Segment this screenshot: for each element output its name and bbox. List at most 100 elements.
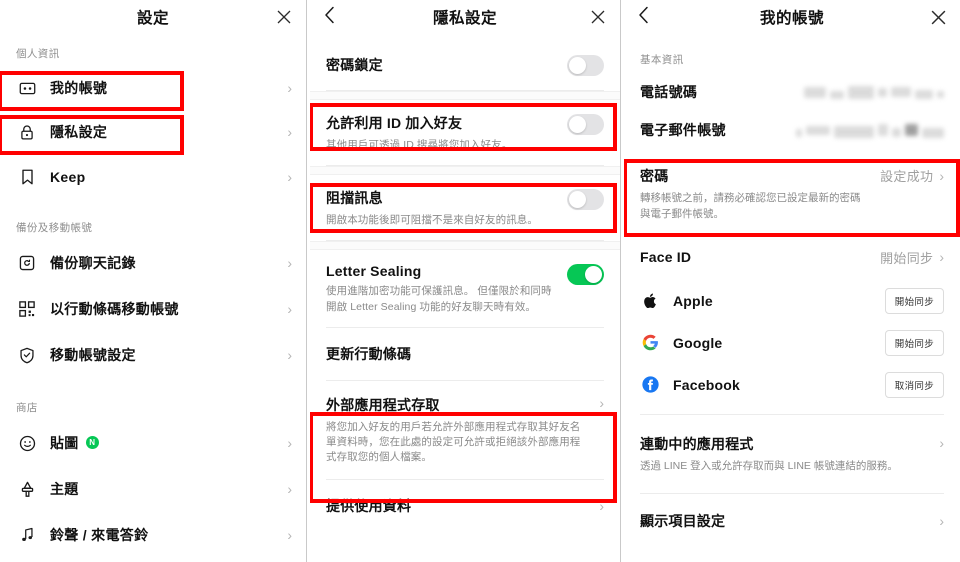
sidebar-item-ringtone[interactable]: 鈴聲 / 來電答鈴 ›: [0, 512, 306, 558]
row-texts: 密碼 轉移帳號之前，請務必確認您已設定最新的密碼與電子郵件帳號。: [640, 166, 872, 223]
status-badge: 開始同步: [880, 250, 934, 266]
sidebar-item-stickers[interactable]: 貼圖 N ›: [0, 420, 306, 466]
account-row-face-id[interactable]: Face ID 開始同步 ›: [624, 234, 960, 280]
toggle-passcode-lock[interactable]: [567, 55, 604, 76]
chevron-right-icon: ›: [599, 394, 604, 411]
privacy-row-passcode-lock[interactable]: 密碼鎖定: [310, 34, 620, 90]
row-subtitle: 透過 LINE 登入或允許存取而與 LINE 帳號連結的服務。: [640, 459, 898, 472]
privacy-row-letter-sealing[interactable]: Letter Sealing 使用進階加密功能可保護訊息。 但僅限於和同時開啟 …: [310, 250, 620, 327]
sidebar-item-move-account-qr[interactable]: 以行動條碼移動帳號 ›: [0, 286, 306, 332]
row-title: 阻擋訊息: [326, 190, 383, 207]
chevron-left-icon[interactable]: [324, 6, 335, 28]
row-texts: 連動中的應用程式 透過 LINE 登入或允許存取而與 LINE 帳號連結的服務。: [640, 434, 933, 475]
group-label-backup: 備份及移動帳號: [16, 222, 93, 234]
toggle-knob: [569, 191, 586, 209]
row-texts: 更新行動條碼: [326, 344, 604, 364]
row-texts: 阻擋訊息 開啟本功能後即可阻擋不是來自好友的訊息。: [326, 188, 567, 228]
chevron-right-icon: ›: [287, 124, 292, 140]
new-badge: N: [85, 435, 99, 449]
redaction-block: [878, 124, 888, 136]
privacy-header: 隱私設定: [310, 0, 620, 34]
sync-button-apple[interactable]: 開始同步: [884, 287, 944, 314]
sidebar-item-privacy[interactable]: 隱私設定 ›: [0, 110, 306, 154]
backup-icon: [16, 252, 38, 274]
privacy-row-block-messages[interactable]: 阻擋訊息 開啟本功能後即可阻擋不是來自好友的訊息。: [310, 175, 620, 241]
status-badge: 設定成功: [880, 169, 934, 184]
sidebar-item-backup-chat[interactable]: 備份聊天記錄 ›: [0, 240, 306, 286]
account-row-linked-apps[interactable]: 連動中的應用程式 透過 LINE 登入或允許存取而與 LINE 帳號連結的服務。…: [624, 422, 960, 486]
google-logo-icon: [640, 333, 660, 353]
field-label: 電話號碼: [640, 84, 698, 100]
row-texts: 提供使用資料: [326, 496, 593, 516]
row-title: 提供使用資料: [326, 497, 412, 514]
sidebar-item-label: 備份聊天記錄: [50, 255, 136, 271]
chevron-right-icon: ›: [287, 169, 292, 185]
service-name: Google: [673, 334, 723, 351]
bookmark-icon: [16, 166, 38, 188]
privacy-row-update-qr[interactable]: 更新行動條碼: [310, 327, 620, 380]
account-service-google: Google 開始同步: [624, 322, 960, 364]
service-name: Apple: [673, 292, 713, 309]
account-row-password[interactable]: 密碼 轉移帳號之前，請務必確認您已設定最新的密碼與電子郵件帳號。 設定成功 ›: [624, 155, 960, 234]
sidebar-item-label: Keep: [50, 169, 86, 185]
row-texts: 顯示項目設定: [640, 511, 933, 531]
redaction-block: [922, 128, 944, 138]
settings-panel: 設定 個人資訊 我的帳號 › 隱私設定 › Keep › 備份及移動帳號 備份聊…: [0, 0, 306, 562]
close-icon[interactable]: [930, 9, 946, 25]
privacy-row-allow-id-friend[interactable]: 允許利用 ID 加入好友 其他用戶可透過 ID 搜尋將您加入好友。: [310, 100, 620, 166]
row-title: 連動中的應用程式: [640, 435, 754, 452]
chevron-right-icon: ›: [939, 249, 944, 265]
sidebar-item-label: 移動帳號設定: [50, 347, 136, 363]
sidebar-item-my-account[interactable]: 我的帳號 ›: [0, 66, 306, 110]
section-gap: [310, 241, 620, 251]
field-value-redacted: [711, 84, 944, 101]
sidebar-item-keep[interactable]: Keep ›: [0, 154, 306, 200]
chevron-right-icon: ›: [287, 255, 292, 271]
chevron-right-icon: ›: [939, 434, 944, 451]
row-title: 允許利用 ID 加入好友: [326, 115, 463, 131]
sidebar-item-label: 我的帳號: [50, 80, 108, 96]
page-title: 隱私設定: [432, 10, 497, 27]
sidebar-item-move-account-settings[interactable]: 移動帳號設定 ›: [0, 332, 306, 378]
redaction-block: [878, 87, 887, 97]
toggle-allow-id-friend[interactable]: [567, 114, 604, 135]
sidebar-item-coins[interactable]: 代幣 ›: [0, 558, 306, 562]
page-title: 我的帳號: [759, 10, 824, 27]
row-subtitle: 開啟本功能後即可阻擋不是來自好友的訊息。: [326, 214, 538, 227]
qr-code-icon: [16, 298, 38, 320]
row-subtitle: 其他用戶可透過 ID 搜尋將您加入好友。: [326, 139, 513, 151]
redaction-block: [892, 128, 901, 137]
toggle-letter-sealing[interactable]: [567, 264, 604, 286]
row-subtitle: 使用進階加密功能可保護訊息。 但僅限於和同時開啟 Letter Sealing …: [326, 285, 552, 313]
close-icon[interactable]: [590, 9, 606, 25]
chevron-right-icon: ›: [287, 527, 292, 543]
redaction-block: [830, 91, 844, 99]
chevron-left-icon[interactable]: [638, 6, 649, 28]
row-status-group: 開始同步 ›: [872, 248, 944, 267]
sync-button-google[interactable]: 開始同步: [884, 329, 944, 356]
row-title: 密碼: [640, 168, 669, 184]
sync-button-facebook[interactable]: 取消同步: [884, 371, 944, 398]
account-row-display-settings[interactable]: 顯示項目設定 ›: [624, 494, 960, 549]
chevron-right-icon: ›: [599, 497, 604, 514]
row-texts: Face ID: [640, 249, 872, 265]
sidebar-item-label: 鈴聲 / 來電答鈴: [50, 527, 149, 543]
privacy-row-provide-usage-data[interactable]: 提供使用資料 ›: [310, 480, 620, 532]
section-gap: [310, 166, 620, 176]
row-subtitle: 轉移帳號之前，請務必確認您已設定最新的密碼與電子郵件帳號。: [640, 192, 861, 220]
toggle-knob: [569, 116, 586, 133]
three-panel-screenshot: 設定 個人資訊 我的帳號 › 隱私設定 › Keep › 備份及移動帳號 備份聊…: [0, 0, 960, 562]
close-icon[interactable]: [276, 9, 292, 25]
row-title: 顯示項目設定: [640, 513, 726, 530]
redaction-block: [905, 124, 918, 136]
privacy-row-external-app-access[interactable]: 外部應用程式存取 將您加入好友的用戶若允許外部應用程式存取其好友名單資料時，您在…: [310, 381, 620, 479]
sidebar-item-themes[interactable]: 主題 ›: [0, 466, 306, 512]
group-label-basic-info: 基本資訊: [640, 54, 684, 66]
redaction-block: [937, 90, 944, 98]
group-label-store: 商店: [16, 402, 38, 414]
chevron-right-icon: ›: [939, 167, 944, 184]
sidebar-item-label: 隱私設定: [50, 124, 108, 140]
toggle-block-messages[interactable]: [567, 189, 604, 211]
row-title: 更新行動條碼: [326, 345, 412, 362]
field-value-redacted: [740, 122, 944, 139]
